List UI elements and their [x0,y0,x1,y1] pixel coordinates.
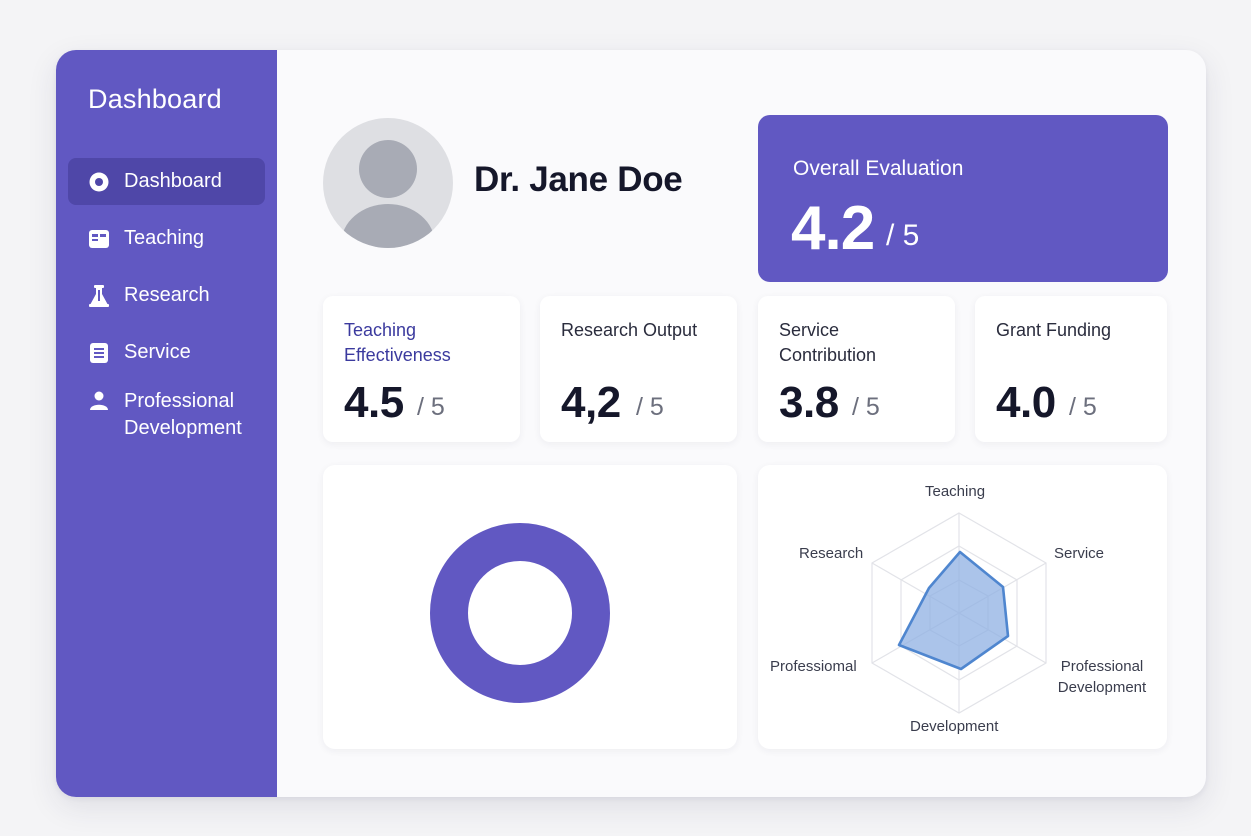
sidebar-title: Dashboard [88,84,222,114]
donut-chart [430,523,610,703]
sidebar-item-teaching[interactable]: Teaching [68,215,265,262]
document-icon [88,342,110,364]
radar-label-research: Research [799,545,864,562]
radar-chart [871,512,1047,714]
avatar-body [341,204,435,248]
kpi-value: 4.5 [344,378,404,427]
flask-icon [88,284,110,307]
calendar-card-icon [88,228,110,250]
radar-label-development: Development [910,718,999,735]
kpi-value: 4,2 [561,378,621,427]
sidebar-item-label: Teaching [124,227,205,249]
overall-evaluation-denominator: / 5 [886,219,920,252]
app-window: Dashboard Dashboard Teaching Research Se… [56,50,1206,797]
avatar [323,118,453,248]
radar-series-area [897,550,1010,671]
kpi-card-grant-funding: Grant Funding 4.0 / 5 [975,296,1167,442]
overall-evaluation-card: Overall Evaluation 4.2 / 5 [758,115,1168,282]
radar-label-service: Service [1054,545,1105,562]
radar-label-professiomal: Professiomal [770,658,857,675]
sidebar-nav: Dashboard Teaching Research Service Prof… [68,158,265,452]
kpi-card-service: Service Contribution 3.8 / 5 [758,296,955,442]
user-icon [88,390,110,412]
profile-name: Dr. Jane Doe [474,160,683,199]
radar-chart-panel: Teaching Service Professional Developmen… [758,465,1167,749]
kpi-label: Teaching Effectiveness [344,320,451,365]
donut-chart-panel [323,465,737,749]
sidebar-item-label: Service [124,341,191,363]
donut-ring [430,523,610,703]
kpi-label: Grant Funding [996,320,1112,340]
sidebar: Dashboard Dashboard Teaching Research Se… [56,50,277,797]
dashboard-circle-icon [88,171,110,193]
kpi-label: Service Contribution [779,320,877,365]
kpi-denominator: / 5 [1069,393,1097,421]
sidebar-item-dashboard[interactable]: Dashboard [68,158,265,205]
kpi-value: 3.8 [779,378,839,427]
kpi-label: Research Output [561,320,698,340]
radar-label-teaching: Teaching [925,483,986,500]
sidebar-item-label: Professional Development [124,390,242,439]
kpi-value: 4.0 [996,378,1056,427]
kpi-denominator: / 5 [417,393,445,421]
sidebar-item-professional-development[interactable]: Professional Development [68,386,265,442]
kpi-card-research: Research Output 4,2 / 5 [540,296,737,442]
avatar-head [359,140,417,198]
overall-evaluation-label: Overall Evaluation [793,157,964,180]
sidebar-item-research[interactable]: Research [68,272,265,319]
kpi-denominator: / 5 [852,393,880,421]
radar-label-professional-development: Professional Development [1057,658,1147,696]
sidebar-item-label: Dashboard [124,170,222,192]
kpi-card-teaching: Teaching Effectiveness 4.5 / 5 [323,296,520,442]
overall-evaluation-value: 4.2 [791,194,875,263]
sidebar-item-label: Research [124,284,210,306]
kpi-denominator: / 5 [636,393,664,421]
main-content: Dr. Jane Doe Overall Evaluation 4.2 / 5 … [277,50,1206,797]
sidebar-item-service[interactable]: Service [68,329,265,376]
